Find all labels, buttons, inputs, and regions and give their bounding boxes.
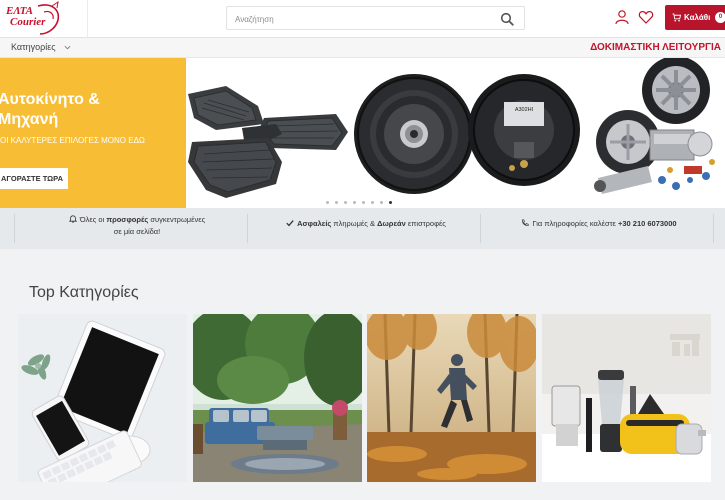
category-card-sports[interactable] [367, 314, 536, 482]
hero-slider-dots [326, 201, 392, 204]
search-input[interactable] [235, 11, 495, 27]
hero-title-line-2: Μηχανή [0, 111, 59, 128]
hero-title: Αυτοκίνητο & Μηχανή [0, 90, 178, 130]
feature-divider [480, 214, 481, 243]
search-icon[interactable] [500, 12, 514, 26]
logo-text-courier: Courier [10, 16, 46, 28]
chevron-down-icon [64, 45, 71, 49]
shop-now-button[interactable]: ΑΓΟΡΑΣΤΕ ΤΩΡΑ [0, 168, 68, 189]
secure-text-post: επιστροφές [405, 219, 446, 228]
category-bar: Κατηγορίες ΔΟΚΙΜΑΣΤΙΚΗ ΛΕΙΤΟΥΡΓΙΑ [0, 38, 725, 58]
phone-number[interactable]: +30 210 6073000 [618, 219, 677, 228]
category-card-electronics[interactable] [18, 314, 187, 482]
feature-divider [14, 214, 15, 243]
cart-count-badge: 0 [715, 12, 725, 23]
hero-title-line-1: Αυτοκίνητο & [0, 91, 100, 108]
speaker-brand-label: A302HI [515, 107, 534, 113]
car-floor-mats-image [186, 58, 352, 208]
feature-offers[interactable]: Όλες οι προσφορές συγκεντρωμένες σε μία … [22, 214, 252, 238]
slider-dot-5[interactable] [362, 201, 365, 204]
slider-dot-3[interactable] [344, 201, 347, 204]
car-speakers-image: A302HI [352, 58, 588, 208]
kitchen-appliances-image [542, 314, 711, 482]
cart-button[interactable]: Καλάθι 0 [665, 5, 725, 30]
check-icon [286, 220, 294, 227]
garden-furniture-image [193, 314, 362, 482]
categories-menu-toggle[interactable]: Κατηγορίες [11, 42, 71, 52]
phone-icon [522, 219, 529, 227]
category-card-garden[interactable] [193, 314, 362, 482]
auto-parts-image [588, 58, 725, 208]
offers-text-line-2: σε μία σελίδα! [113, 227, 161, 236]
cart-label: Καλάθι [684, 13, 711, 22]
secure-text-mid: πληρωμές & [331, 219, 378, 228]
features-strip: Όλες οι προσφορές συγκεντρωμένες σε μία … [0, 208, 725, 249]
feature-secure-payments: Ασφαλείς πληρωμές & Δωρεάν επιστροφές [252, 218, 480, 230]
test-mode-notice: ΔΟΚΙΜΑΣΤΙΚΗ ΛΕΙΤΟΥΡΓΙΑ [590, 42, 721, 53]
top-header: ΕΛΤΑ Courier Καλάθι 0 [0, 0, 725, 38]
tablet-phone-keyboard-image [18, 314, 187, 482]
bell-icon [68, 215, 77, 223]
offers-text-pre: Όλες οι [79, 215, 107, 224]
wishlist-heart-icon[interactable] [638, 9, 654, 25]
top-categories-title: Top Κατηγορίες [29, 284, 139, 301]
elta-courier-logo[interactable]: ΕΛΤΑ Courier [0, 0, 88, 38]
feature-divider [713, 214, 714, 243]
free-returns-bold: Δωρεάν [377, 219, 406, 228]
feature-phone-info: Για πληροφορίες καλέστε +30 210 6073000 [486, 218, 712, 230]
slider-dot-1[interactable] [326, 201, 329, 204]
hero-banner: Αυτοκίνητο & Μηχανή ΟΙ ΚΑΛΥΤΕΡΕΣ ΕΠΙΛΟΓΕ… [0, 58, 725, 208]
cart-icon [672, 13, 681, 22]
user-account-icon[interactable] [614, 9, 630, 25]
slider-dot-8[interactable] [389, 201, 392, 204]
slider-dot-4[interactable] [353, 201, 356, 204]
info-text: Για πληροφορίες καλέστε [532, 219, 618, 228]
slider-dot-2[interactable] [335, 201, 338, 204]
feature-divider [247, 214, 248, 243]
categories-label: Κατηγορίες [11, 42, 56, 52]
offers-text-bold: προσφορές [106, 215, 149, 224]
runner-autumn-image [367, 314, 536, 482]
hero-subtitle: ΟΙ ΚΑΛΥΤΕΡΕΣ ΕΠΙΛΟΓΕΣ ΜΟΝΟ ΕΔΩ [0, 136, 145, 145]
slider-dot-7[interactable] [380, 201, 383, 204]
secure-text-bold: Ασφαλείς [297, 219, 332, 228]
hero-text-panel: Αυτοκίνητο & Μηχανή ΟΙ ΚΑΛΥΤΕΡΕΣ ΕΠΙΛΟΓΕ… [0, 58, 186, 208]
slider-dot-6[interactable] [371, 201, 374, 204]
search-box [226, 6, 525, 30]
category-card-home-appliances[interactable] [542, 314, 711, 482]
offers-text-post: συγκεντρωμένες [148, 215, 206, 224]
